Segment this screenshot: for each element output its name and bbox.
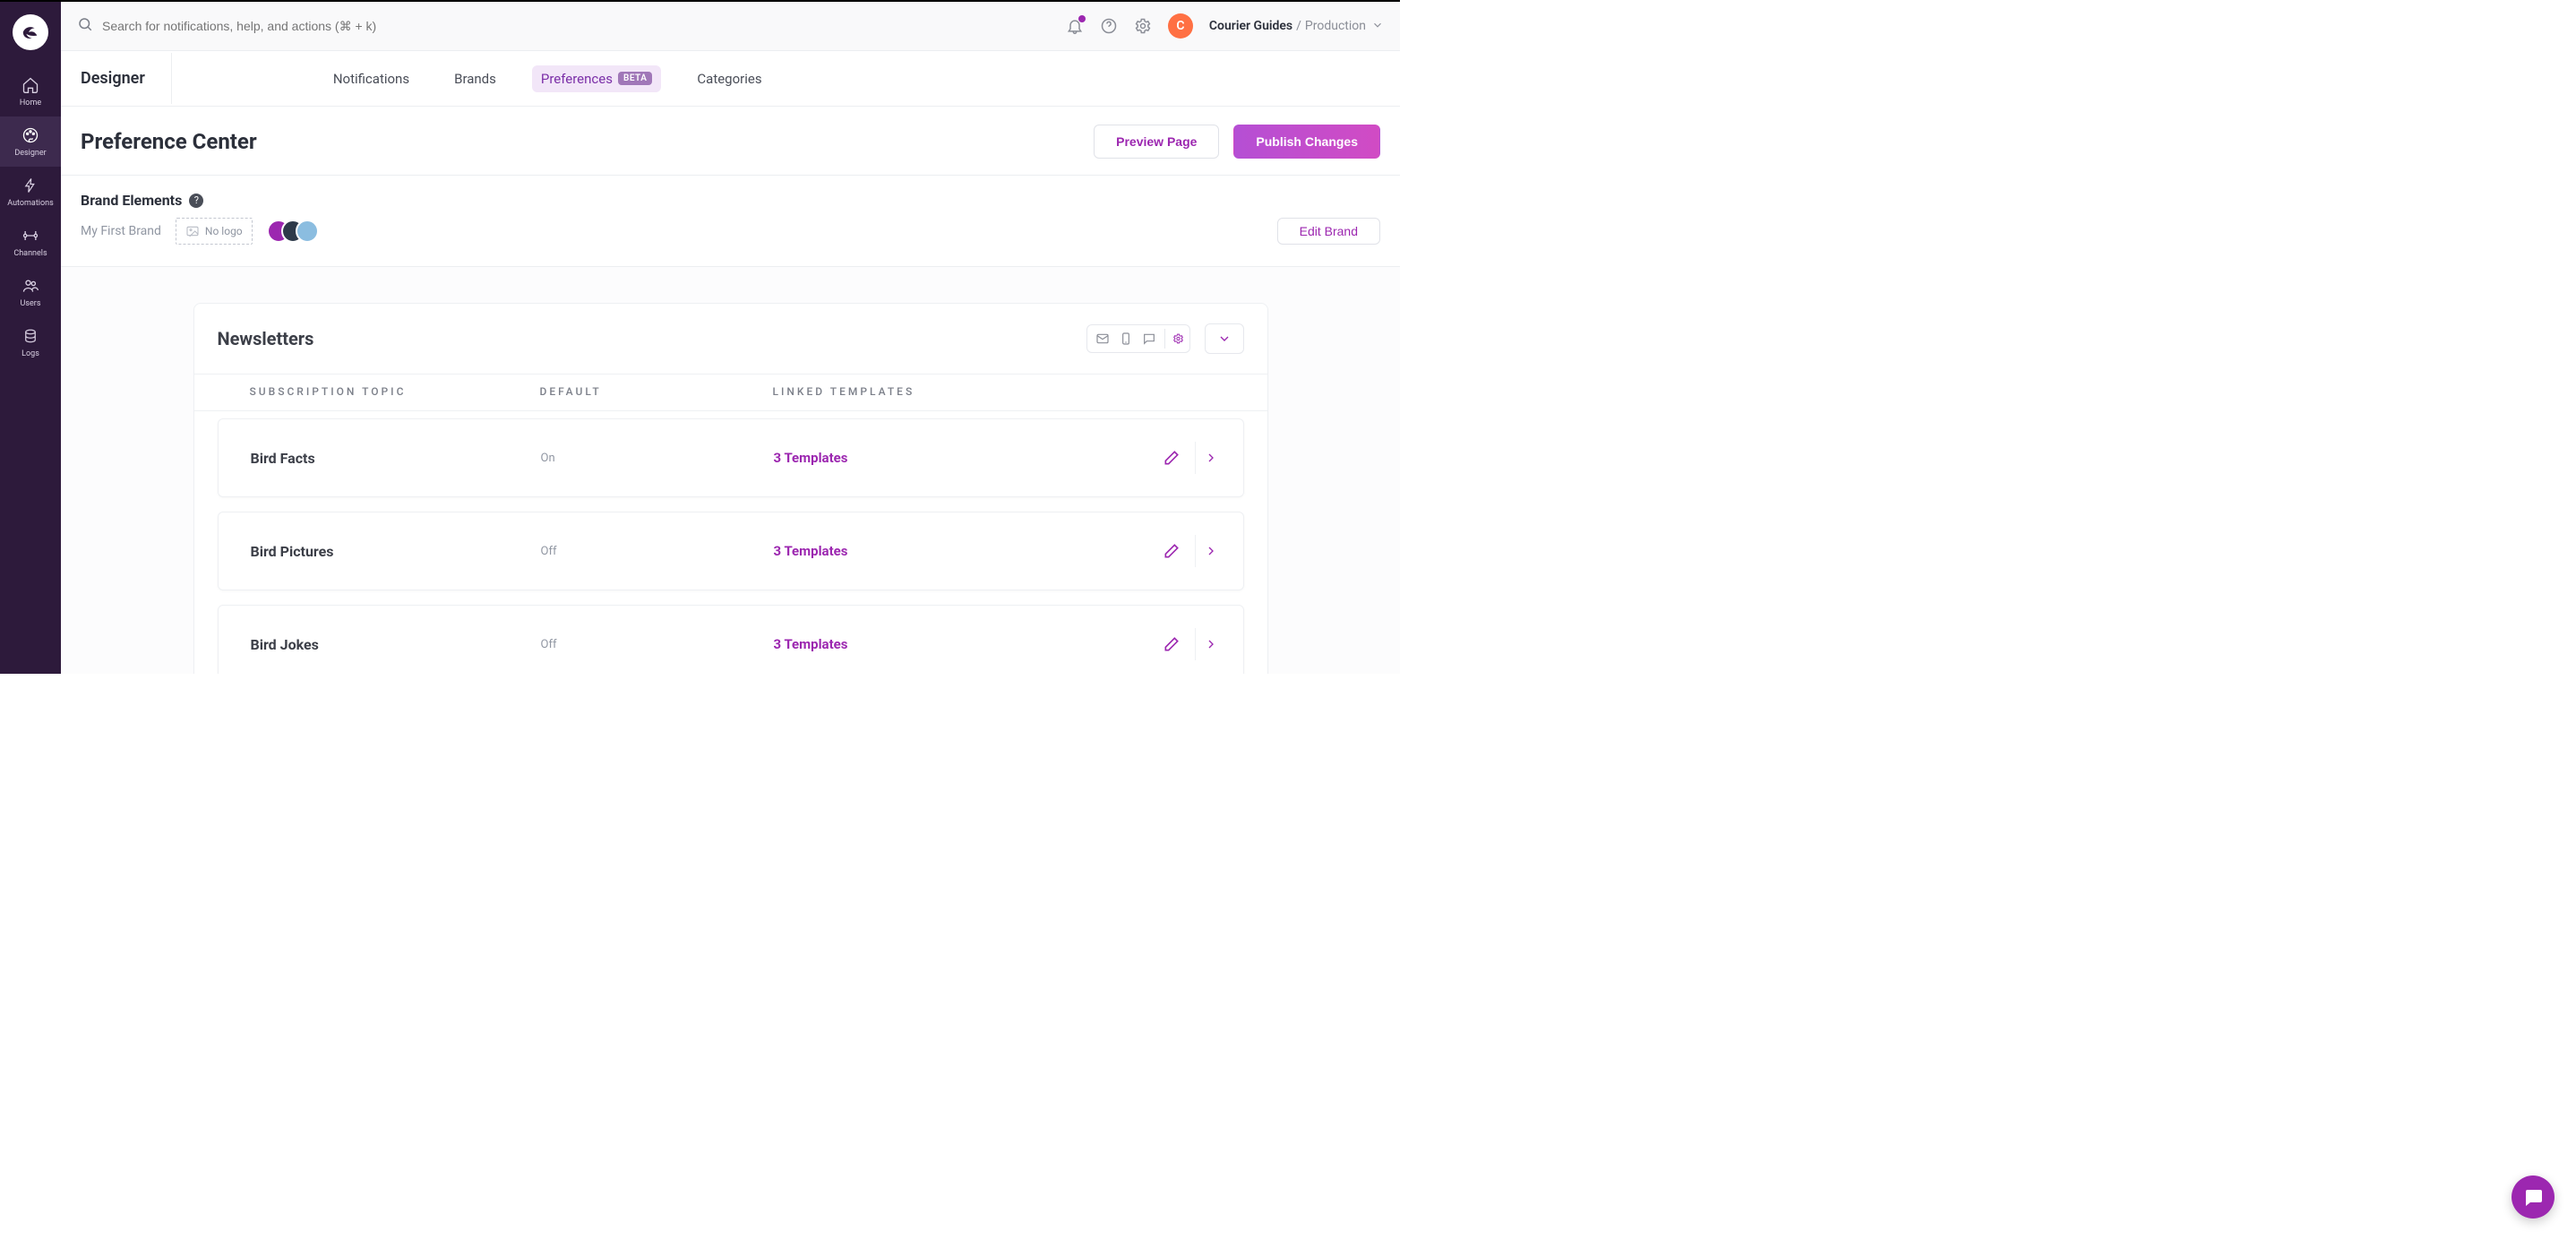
linked-templates-link[interactable]: 3 Templates	[774, 450, 1155, 466]
topic-rows: Bird FactsOn3 TemplatesBird PicturesOff3…	[194, 411, 1267, 674]
search-icon[interactable]	[77, 16, 93, 36]
sidebar-item-label: Automations	[7, 199, 53, 208]
brand-color-swatches	[267, 220, 319, 243]
collapse-toggle[interactable]	[1205, 323, 1244, 354]
bell-icon[interactable]	[1066, 17, 1084, 35]
sidebar-item-label: Channels	[13, 249, 47, 258]
sidebar-item-label: Home	[20, 99, 41, 108]
channel-toggle-group	[1086, 324, 1190, 353]
header-actions: Preview Page Publish Changes	[1094, 125, 1380, 159]
chat-icon[interactable]	[1139, 329, 1159, 349]
topic-row: Bird JokesOff3 Templates	[218, 605, 1244, 674]
chat-bubble-icon	[2522, 1186, 2544, 1208]
tab-notifications[interactable]: Notifications	[324, 65, 418, 92]
edit-icon[interactable]	[1155, 442, 1188, 474]
tab-preferences[interactable]: Preferences BETA	[532, 65, 662, 92]
email-icon[interactable]	[1093, 329, 1112, 349]
org-name: Courier Guides	[1209, 19, 1292, 33]
notification-dot	[1078, 15, 1086, 22]
page-title: Preference Center	[81, 129, 257, 154]
sidebar-item-label: Logs	[21, 349, 39, 358]
section-card-newsletters: Newsletters SUBSCRIPTION TOPIC DEFAULT	[193, 303, 1268, 674]
sidebar-item-channels[interactable]: Channels	[0, 217, 61, 267]
workspace-switcher[interactable]: Courier Guides / Production	[1209, 18, 1384, 35]
sidebar-item-designer[interactable]: Designer	[0, 116, 61, 167]
tab-brands[interactable]: Brands	[445, 65, 505, 92]
sidebar-item-logs[interactable]: Logs	[0, 317, 61, 367]
topic-row: Bird FactsOn3 Templates	[218, 418, 1244, 497]
edit-icon[interactable]	[1155, 535, 1188, 567]
color-swatch	[296, 220, 319, 243]
home-icon	[21, 75, 40, 95]
sidebar-item-label: Users	[21, 299, 41, 308]
app-logo[interactable]	[13, 14, 48, 50]
topic-default: Off	[541, 545, 774, 558]
brand-elements-bar: Brand Elements ? My First Brand No logo …	[61, 176, 1400, 267]
topbar: C Courier Guides / Production	[61, 2, 1400, 51]
col-header-topic: SUBSCRIPTION TOPIC	[218, 385, 540, 398]
image-icon	[185, 224, 200, 238]
gear-icon[interactable]	[1164, 329, 1184, 349]
linked-templates-link[interactable]: 3 Templates	[774, 543, 1155, 559]
tab-categories[interactable]: Categories	[688, 65, 770, 92]
content: Newsletters SUBSCRIPTION TOPIC DEFAULT	[61, 267, 1400, 674]
preview-page-button[interactable]: Preview Page	[1094, 125, 1219, 159]
intercom-launcher[interactable]	[2512, 1175, 2555, 1218]
database-icon	[21, 326, 40, 346]
sidebar-item-automations[interactable]: Automations	[0, 167, 61, 217]
topbar-right: C Courier Guides / Production	[1066, 13, 1384, 39]
page-header: Preference Center Preview Page Publish C…	[61, 107, 1400, 176]
mobile-icon[interactable]	[1116, 329, 1136, 349]
chevron-down-icon	[1371, 18, 1384, 35]
avatar[interactable]: C	[1168, 13, 1193, 39]
col-header-linked: LINKED TEMPLATES	[773, 385, 1244, 398]
edit-brand-button[interactable]: Edit Brand	[1277, 218, 1380, 245]
settings-icon[interactable]	[1134, 17, 1152, 35]
brand-name: My First Brand	[81, 224, 161, 238]
help-icon[interactable]	[1100, 17, 1118, 35]
users-icon	[21, 276, 40, 296]
topic-name: Bird Jokes	[219, 636, 541, 653]
topic-name: Bird Pictures	[219, 543, 541, 560]
list-header: SUBSCRIPTION TOPIC DEFAULT LINKED TEMPLA…	[194, 374, 1267, 411]
designer-tabs: Designer Notifications Brands Preference…	[61, 51, 1400, 107]
topic-name: Bird Facts	[219, 450, 541, 467]
topic-default: Off	[541, 638, 774, 651]
search-wrap	[77, 16, 1055, 36]
org-sep: /	[1296, 19, 1301, 33]
sidebar-item-users[interactable]: Users	[0, 267, 61, 317]
help-tooltip-icon[interactable]: ?	[189, 194, 203, 208]
section-name: Newsletters	[218, 328, 314, 349]
topic-row: Bird PicturesOff3 Templates	[218, 512, 1244, 590]
sidebar-item-home[interactable]: Home	[0, 66, 61, 116]
linked-templates-link[interactable]: 3 Templates	[774, 636, 1155, 652]
bolt-icon	[21, 176, 40, 195]
channels-icon	[21, 226, 40, 245]
env-name: Production	[1305, 19, 1366, 33]
topic-default: On	[541, 452, 774, 465]
beta-badge: BETA	[618, 72, 652, 85]
chevron-right-icon[interactable]	[1195, 628, 1227, 660]
chevron-right-icon[interactable]	[1195, 535, 1227, 567]
chevron-right-icon[interactable]	[1195, 442, 1227, 474]
col-header-default: DEFAULT	[540, 385, 773, 398]
edit-icon[interactable]	[1155, 628, 1188, 660]
main: C Courier Guides / Production Designer N…	[61, 2, 1400, 674]
no-logo-placeholder: No logo	[176, 218, 253, 245]
sidebar-item-label: Designer	[14, 149, 46, 158]
section-title: Designer	[81, 69, 145, 88]
search-input[interactable]	[102, 19, 460, 33]
brand-elements-label: Brand Elements	[81, 192, 182, 209]
palette-icon	[21, 125, 40, 145]
sidebar: Home Designer Automations Channels Users…	[0, 2, 61, 674]
publish-changes-button[interactable]: Publish Changes	[1233, 125, 1380, 159]
